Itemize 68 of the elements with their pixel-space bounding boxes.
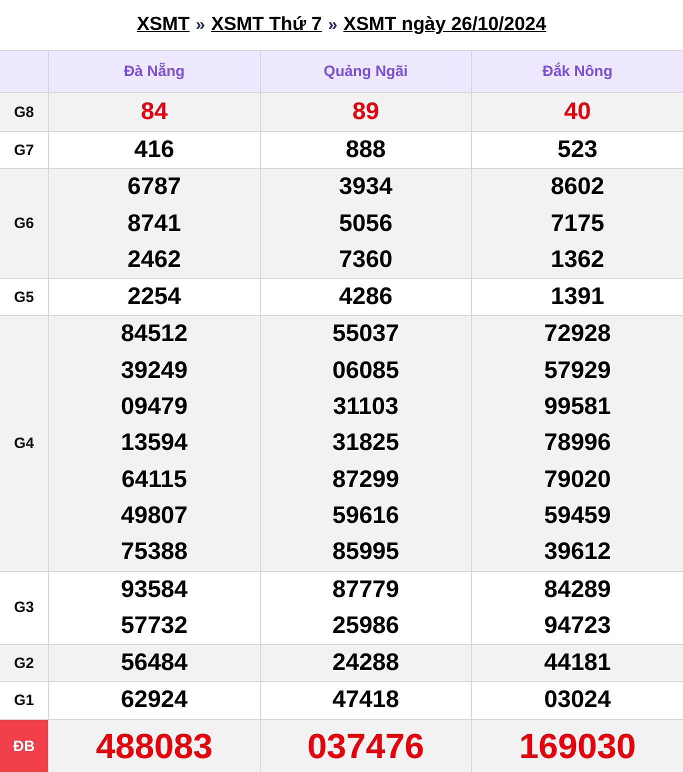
- result-number: 1362: [550, 244, 606, 275]
- result-number: 56484: [120, 648, 189, 678]
- result-number: 62924: [120, 685, 189, 716]
- breadcrumb-link[interactable]: XSMT Thứ 7: [211, 14, 322, 36]
- result-number: 6787: [126, 172, 182, 202]
- result-number: 57732: [120, 610, 189, 641]
- result-number: 94723: [543, 610, 612, 641]
- result-number: 64115: [120, 464, 188, 495]
- result-number: 523: [556, 135, 599, 165]
- result-number: 84289: [543, 574, 612, 605]
- result-number: 84512: [120, 319, 189, 350]
- result-number: 169030: [518, 726, 637, 768]
- result-number: 09479: [120, 392, 189, 422]
- result-number: 037476: [306, 726, 426, 768]
- prize-label: G1: [0, 682, 48, 720]
- result-number: 31103: [332, 392, 400, 422]
- result-number: 13594: [120, 428, 189, 458]
- result-number: 7175: [550, 208, 606, 239]
- result-number: 4286: [338, 282, 394, 312]
- result-number: 55037: [331, 319, 400, 350]
- result-number: 99581: [543, 392, 612, 422]
- result-number: 888: [344, 135, 387, 165]
- result-number: 57929: [543, 356, 612, 386]
- breadcrumb-link[interactable]: XSMT ngày 26/10/2024: [343, 14, 546, 36]
- result-number: 44181: [543, 648, 612, 678]
- result-number: 24288: [331, 648, 400, 678]
- breadcrumb-separator: »: [196, 15, 206, 35]
- result-number: 06085: [331, 356, 400, 386]
- result-number: 85995: [331, 537, 400, 568]
- result-number: 416: [133, 135, 176, 165]
- prize-label: G6: [0, 168, 48, 279]
- result-number: 87779: [331, 574, 400, 605]
- result-number: 31825: [331, 428, 400, 458]
- prize-label: ĐB: [0, 719, 48, 772]
- prize-label: G2: [0, 644, 48, 682]
- result-number: 3934: [338, 172, 394, 202]
- result-number: 59616: [331, 500, 400, 531]
- result-number: 59459: [543, 500, 612, 531]
- result-number: 488083: [94, 726, 214, 768]
- result-number: 40: [563, 97, 592, 127]
- result-number: 5056: [338, 208, 394, 239]
- result-number: 84: [140, 97, 169, 127]
- province-header: Đắk Nông: [472, 50, 683, 92]
- result-number: 89: [351, 97, 380, 127]
- province-header: Quảng Ngãi: [260, 50, 472, 92]
- result-number: 8741: [126, 208, 182, 239]
- result-number: 87299: [331, 464, 400, 495]
- result-number: 7360: [338, 244, 394, 275]
- result-number: 79020: [543, 464, 612, 495]
- result-number: 39249: [120, 356, 189, 386]
- result-number: 2254: [126, 282, 182, 312]
- result-number: 8602: [550, 172, 606, 202]
- result-number: 78996: [543, 428, 612, 458]
- result-number: 2462: [126, 244, 182, 275]
- result-number: 25986: [331, 610, 400, 641]
- breadcrumb-separator: »: [328, 15, 338, 35]
- result-number: 47418: [331, 685, 400, 716]
- province-header: Đà Nẵng: [48, 50, 260, 92]
- result-number: 1391: [550, 282, 606, 312]
- result-number: 75388: [120, 537, 189, 568]
- result-number: 49807: [120, 500, 189, 531]
- prize-label: G8: [0, 92, 48, 132]
- breadcrumb-link[interactable]: XSMT: [136, 14, 190, 36]
- prize-label: G4: [0, 316, 48, 572]
- result-number: 03024: [543, 685, 612, 716]
- result-number: 72928: [543, 319, 612, 350]
- result-number: 93584: [120, 574, 189, 605]
- result-number: 39612: [543, 537, 612, 568]
